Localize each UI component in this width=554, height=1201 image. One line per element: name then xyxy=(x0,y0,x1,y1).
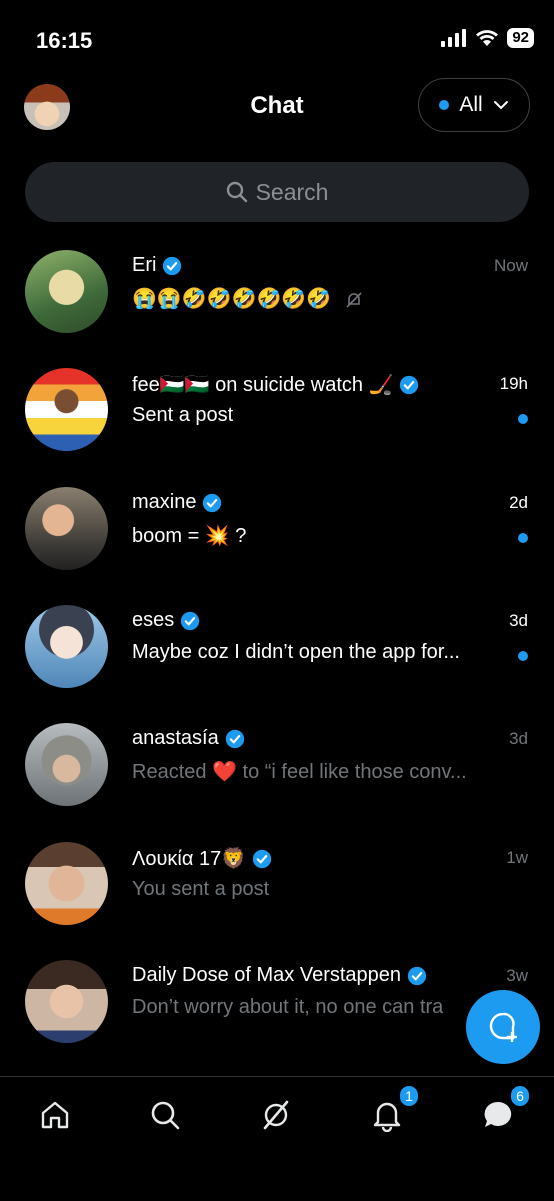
conversation-time: 2d xyxy=(509,493,528,512)
battery-level: 92 xyxy=(507,28,534,48)
verified-icon xyxy=(181,611,200,630)
messages-icon xyxy=(484,1101,512,1127)
verified-icon xyxy=(252,849,272,868)
conversation-name: fee🇵🇸🇵🇸 on suicide watch 🏒 xyxy=(132,374,394,396)
chevron-down-icon xyxy=(493,101,508,110)
filter-label: All xyxy=(459,93,483,116)
conversation-time: 3d xyxy=(509,611,528,630)
mute-icon xyxy=(346,292,362,308)
conversation-name: Λουκία 17🦁 xyxy=(132,848,247,870)
tab-notifications[interactable]: 1 xyxy=(367,1085,419,1135)
conversation-name: maxine xyxy=(132,491,197,513)
tab-grok[interactable] xyxy=(256,1095,296,1135)
chat-header: Chat All xyxy=(0,78,554,140)
filter-dot xyxy=(439,100,450,110)
status-bar: 16:15 92 xyxy=(0,0,554,80)
wifi-icon xyxy=(476,30,499,46)
conversation-row[interactable]: Λουκία 17🦁 1w You sent a post xyxy=(0,842,554,960)
avatar xyxy=(25,605,108,688)
conversation-preview: 😭😭🤣🤣🤣🤣🤣🤣 xyxy=(132,286,363,311)
conversation-preview: Sent a post xyxy=(132,404,234,426)
avatar xyxy=(25,960,108,1043)
search-input[interactable]: Search xyxy=(25,162,529,222)
conversation-time: 1w xyxy=(506,848,528,867)
preview-text: 😭😭🤣🤣🤣🤣🤣🤣 xyxy=(132,288,332,310)
tab-explore[interactable] xyxy=(145,1095,185,1135)
tab-messages[interactable]: 6 xyxy=(478,1085,530,1135)
conversation-preview: boom = 💥 ? xyxy=(132,525,247,547)
conversation-preview: Don’t worry about it, no one can tra xyxy=(132,996,444,1018)
avatar xyxy=(25,723,108,806)
new-message-button[interactable] xyxy=(466,990,540,1064)
new-message-icon xyxy=(489,1012,517,1042)
search-icon xyxy=(226,181,247,203)
conversation-preview: You sent a post xyxy=(132,878,270,900)
filter-dropdown[interactable]: All xyxy=(418,78,530,132)
conversation-row[interactable]: eses 3d Maybe coz I didn’t open the app … xyxy=(0,605,554,723)
bottom-tab-bar: 1 6 xyxy=(0,1076,554,1201)
conversation-preview: Maybe coz I didn’t open the app for... xyxy=(132,641,460,663)
grok-icon xyxy=(263,1100,289,1130)
conversation-name: Daily Dose of Max Verstappen xyxy=(132,964,402,986)
bell-icon xyxy=(373,1102,401,1132)
conversation-time: 3d xyxy=(509,729,528,748)
signal-icon xyxy=(441,29,467,47)
conversation-name: Eri xyxy=(132,254,157,276)
conversation-name: anastasía xyxy=(132,727,219,749)
conversation-row[interactable]: maxine 2d boom = 💥 ? xyxy=(0,487,554,605)
unread-indicator xyxy=(518,651,528,661)
avatar xyxy=(25,368,108,451)
conversation-row[interactable]: fee🇵🇸🇵🇸 on suicide watch 🏒 19h Sent a po… xyxy=(0,368,554,486)
conversation-name: eses xyxy=(132,609,175,631)
home-icon xyxy=(41,1101,69,1129)
verified-icon xyxy=(163,256,182,275)
unread-indicator xyxy=(518,533,528,543)
conversation-time: Now xyxy=(493,256,528,275)
status-icons: 92 xyxy=(441,28,534,48)
conversation-time: 3w xyxy=(506,966,528,985)
verified-icon xyxy=(400,375,419,394)
explore-icon xyxy=(151,1101,180,1130)
avatar xyxy=(25,842,108,925)
avatar xyxy=(25,487,108,570)
tab-home[interactable] xyxy=(35,1095,75,1135)
verified-icon xyxy=(225,729,244,748)
conversation-row[interactable]: anastasía 3d Reacted ❤️ to “i feel like … xyxy=(0,723,554,841)
verified-icon xyxy=(407,966,427,985)
messages-badge: 6 xyxy=(510,1085,530,1107)
avatar xyxy=(25,250,108,333)
conversation-row[interactable]: Eri Now 😭😭🤣🤣🤣🤣🤣🤣 xyxy=(0,250,554,368)
search-placeholder: Search xyxy=(255,178,329,205)
notifications-badge: 1 xyxy=(399,1085,419,1107)
conversation-preview: Reacted ❤️ to “i feel like those conv... xyxy=(132,761,467,783)
verified-icon xyxy=(203,493,222,512)
conversation-time: 19h xyxy=(499,374,528,393)
status-time: 16:15 xyxy=(36,28,93,53)
unread-indicator xyxy=(518,414,528,424)
